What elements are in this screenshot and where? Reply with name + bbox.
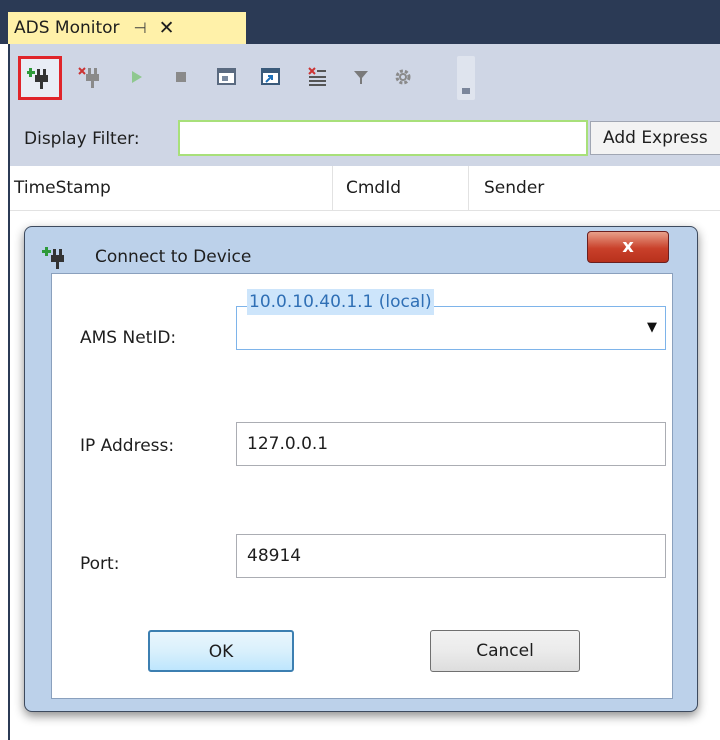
- dialog-body: AMS NetID: 10.0.10.40.1.1 (local) ▼ IP A…: [51, 273, 673, 699]
- window-icon: [217, 68, 236, 85]
- display-filter-label: Display Filter:: [24, 129, 140, 149]
- tab-title: ADS Monitor: [14, 18, 120, 38]
- disconnect-button[interactable]: [74, 60, 108, 94]
- column-divider[interactable]: [468, 166, 469, 210]
- cancel-button[interactable]: Cancel: [430, 630, 580, 672]
- filter-icon: [354, 71, 368, 84]
- clear-list-icon: [308, 67, 326, 86]
- chevron-down-icon[interactable]: ▼: [647, 307, 657, 349]
- stop-button[interactable]: [164, 60, 198, 94]
- port-field[interactable]: 48914: [236, 534, 666, 578]
- ok-button[interactable]: OK: [148, 630, 294, 672]
- dialog-close-button[interactable]: x: [587, 231, 669, 263]
- connect-icon: [27, 68, 48, 89]
- window-button[interactable]: [210, 60, 244, 94]
- ip-address-label: IP Address:: [80, 436, 175, 456]
- connect-icon: [42, 247, 64, 269]
- column-divider[interactable]: [332, 166, 333, 210]
- clear-list-button[interactable]: [300, 60, 334, 94]
- title-strip: ADS Monitor ⊣ ✕: [0, 0, 720, 44]
- toolbar: [10, 44, 720, 112]
- connect-button[interactable]: [18, 56, 62, 100]
- port-label: Port:: [80, 554, 120, 574]
- ams-netid-label: AMS NetID:: [80, 328, 177, 348]
- close-tab-icon[interactable]: ✕: [159, 17, 175, 39]
- stop-icon: [176, 72, 186, 82]
- window-open-button[interactable]: [254, 60, 288, 94]
- ams-netid-value: 10.0.10.40.1.1 (local): [247, 289, 434, 315]
- settings-gear-icon: [395, 69, 411, 85]
- connect-dialog: Connect to Device x AMS NetID: 10.0.10.4…: [24, 226, 698, 712]
- start-button[interactable]: [120, 60, 154, 94]
- toolbar-overflow-grip[interactable]: [457, 56, 475, 100]
- column-sender[interactable]: Sender: [484, 178, 544, 198]
- pin-icon[interactable]: ⊣: [134, 19, 147, 37]
- settings-button[interactable]: [386, 60, 420, 94]
- column-timestamp[interactable]: TimeStamp: [14, 178, 111, 198]
- disconnect-icon: [78, 67, 99, 88]
- play-icon: [132, 71, 142, 83]
- column-header-row: TimeStamp CmdId Sender: [10, 166, 720, 211]
- add-expression-button[interactable]: Add Express: [590, 121, 720, 155]
- filter-bar: Display Filter: ▼ Add Express: [10, 112, 720, 166]
- ip-address-field[interactable]: 127.0.0.1: [236, 422, 666, 466]
- column-cmdid[interactable]: CmdId: [346, 178, 401, 198]
- display-filter-input[interactable]: ▼: [178, 120, 588, 156]
- filter-button[interactable]: [344, 60, 378, 94]
- ams-netid-dropdown[interactable]: 10.0.10.40.1.1 (local) ▼: [236, 289, 666, 350]
- tab-ads-monitor[interactable]: ADS Monitor ⊣ ✕: [8, 12, 246, 44]
- window-arrow-icon: [261, 68, 280, 85]
- dialog-title: Connect to Device: [95, 247, 252, 267]
